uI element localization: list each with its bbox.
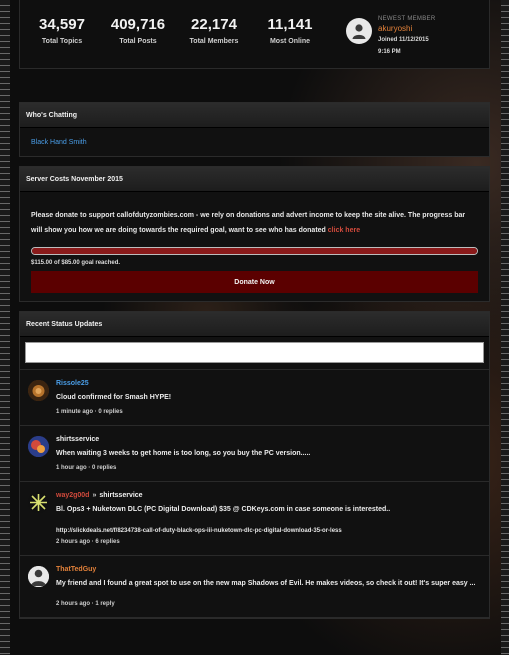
- server-costs-title: Server Costs November 2015: [20, 167, 489, 192]
- right-scrollbar[interactable]: [501, 0, 509, 655]
- goal-reached-text: $115.00 of $85.00 goal reached.: [31, 260, 121, 266]
- newest-member-joined-time: 9:16 PM: [378, 49, 401, 55]
- chat-user-link[interactable]: Black Hand Smith: [31, 139, 87, 146]
- user-avatar[interactable]: [28, 566, 49, 587]
- status-text: My friend and I found a great spot to us…: [56, 580, 476, 587]
- status-meta[interactable]: 1 hour ago · 0 replies: [56, 465, 481, 471]
- stat-label: Total Members: [189, 38, 239, 45]
- chat-user-list: Black Hand Smith: [20, 128, 489, 156]
- stat-label: Most Online: [269, 38, 311, 45]
- newest-member-joined-date: Joined 11/12/2015: [378, 37, 429, 43]
- avatar-image-icon: [28, 380, 49, 401]
- newest-member-avatar[interactable]: [346, 18, 372, 44]
- default-user-icon: [28, 566, 49, 587]
- status-text: Bl. Ops3 + Nuketown DLC (PC Digital Down…: [56, 506, 391, 513]
- user-avatar[interactable]: [28, 492, 49, 513]
- status-updates-title: Recent Status Updates: [20, 312, 489, 337]
- donation-progress-bar: [31, 247, 478, 255]
- stat-value: 22,174: [191, 16, 237, 33]
- stat-value: 34,597: [39, 16, 85, 33]
- avatar-image-icon: [28, 436, 49, 457]
- stat-value: 11,141: [267, 16, 313, 33]
- status-text: When waiting 3 weeks to get home is too …: [56, 450, 311, 457]
- status-update-input[interactable]: [25, 342, 484, 363]
- newest-member-username[interactable]: akuryoshi: [378, 24, 435, 33]
- status-item: ThatTedGuy My friend and I found a great…: [20, 556, 489, 618]
- donate-now-button[interactable]: Donate Now: [31, 271, 478, 293]
- user-avatar[interactable]: [28, 380, 49, 401]
- status-text: Cloud confirmed for Smash HYPE!: [56, 394, 172, 401]
- stat-most-online: 11,141 Most Online: [252, 16, 328, 45]
- status-meta[interactable]: 2 hours ago · 1 reply: [56, 601, 481, 607]
- status-author-link[interactable]: ThatTedGuy: [56, 566, 96, 573]
- donation-message: Please donate to support callofdutyzombi…: [31, 208, 478, 238]
- stat-value: 409,716: [110, 16, 166, 33]
- status-item: way2g00d» shirtsservice Bl. Ops3 + Nuketo…: [20, 482, 489, 556]
- status-author-link[interactable]: Rissole25: [56, 380, 89, 387]
- whos-chatting-panel: Who's Chatting Black Hand Smith: [19, 102, 490, 157]
- status-author-link[interactable]: way2g00d: [56, 492, 89, 499]
- reply-arrow-icon: »: [92, 492, 97, 499]
- left-rail-decoration: [0, 0, 10, 655]
- donation-progress-fill: [32, 248, 477, 254]
- board-stats: 34,597 Total Topics 409,716 Total Posts …: [19, 0, 490, 69]
- status-target-link[interactable]: shirtsservice: [99, 492, 142, 499]
- stat-label: Total Topics: [41, 38, 83, 45]
- stat-total-topics: 34,597 Total Topics: [24, 16, 100, 45]
- newest-member: NEWEST MEMBER akuryoshi Joined 11/12/201…: [346, 16, 435, 57]
- board-stats-and-sidebar: 34,597 Total Topics 409,716 Total Posts …: [19, 0, 490, 619]
- status-meta[interactable]: 2 hours ago · 6 replies: [56, 539, 481, 545]
- stat-total-posts: 409,716 Total Posts: [100, 16, 176, 45]
- donors-link[interactable]: click here: [328, 227, 360, 234]
- recent-status-updates-panel: Recent Status Updates Rissole25 Cloud co…: [19, 311, 490, 619]
- status-item: Rissole25 Cloud confirmed for Smash HYPE…: [20, 370, 489, 426]
- status-url[interactable]: http://slickdeals.net/f/8234738-call-of-…: [56, 528, 481, 534]
- status-author-link[interactable]: shirtsservice: [56, 436, 99, 443]
- server-costs-panel: Server Costs November 2015 Please donate…: [19, 166, 490, 302]
- avatar-image-icon: [28, 492, 49, 513]
- status-item: shirtsservice When waiting 3 weeks to ge…: [20, 426, 489, 482]
- status-meta[interactable]: 1 minute ago · 0 replies: [56, 409, 481, 415]
- donation-message-text: Please donate to support callofdutyzombi…: [31, 212, 466, 234]
- stat-label: Total Posts: [119, 38, 157, 45]
- whos-chatting-title: Who's Chatting: [20, 103, 489, 128]
- default-user-icon: [352, 24, 366, 39]
- stat-total-members: 22,174 Total Members: [176, 16, 252, 45]
- newest-member-caption: NEWEST MEMBER: [378, 16, 436, 22]
- user-avatar[interactable]: [28, 436, 49, 457]
